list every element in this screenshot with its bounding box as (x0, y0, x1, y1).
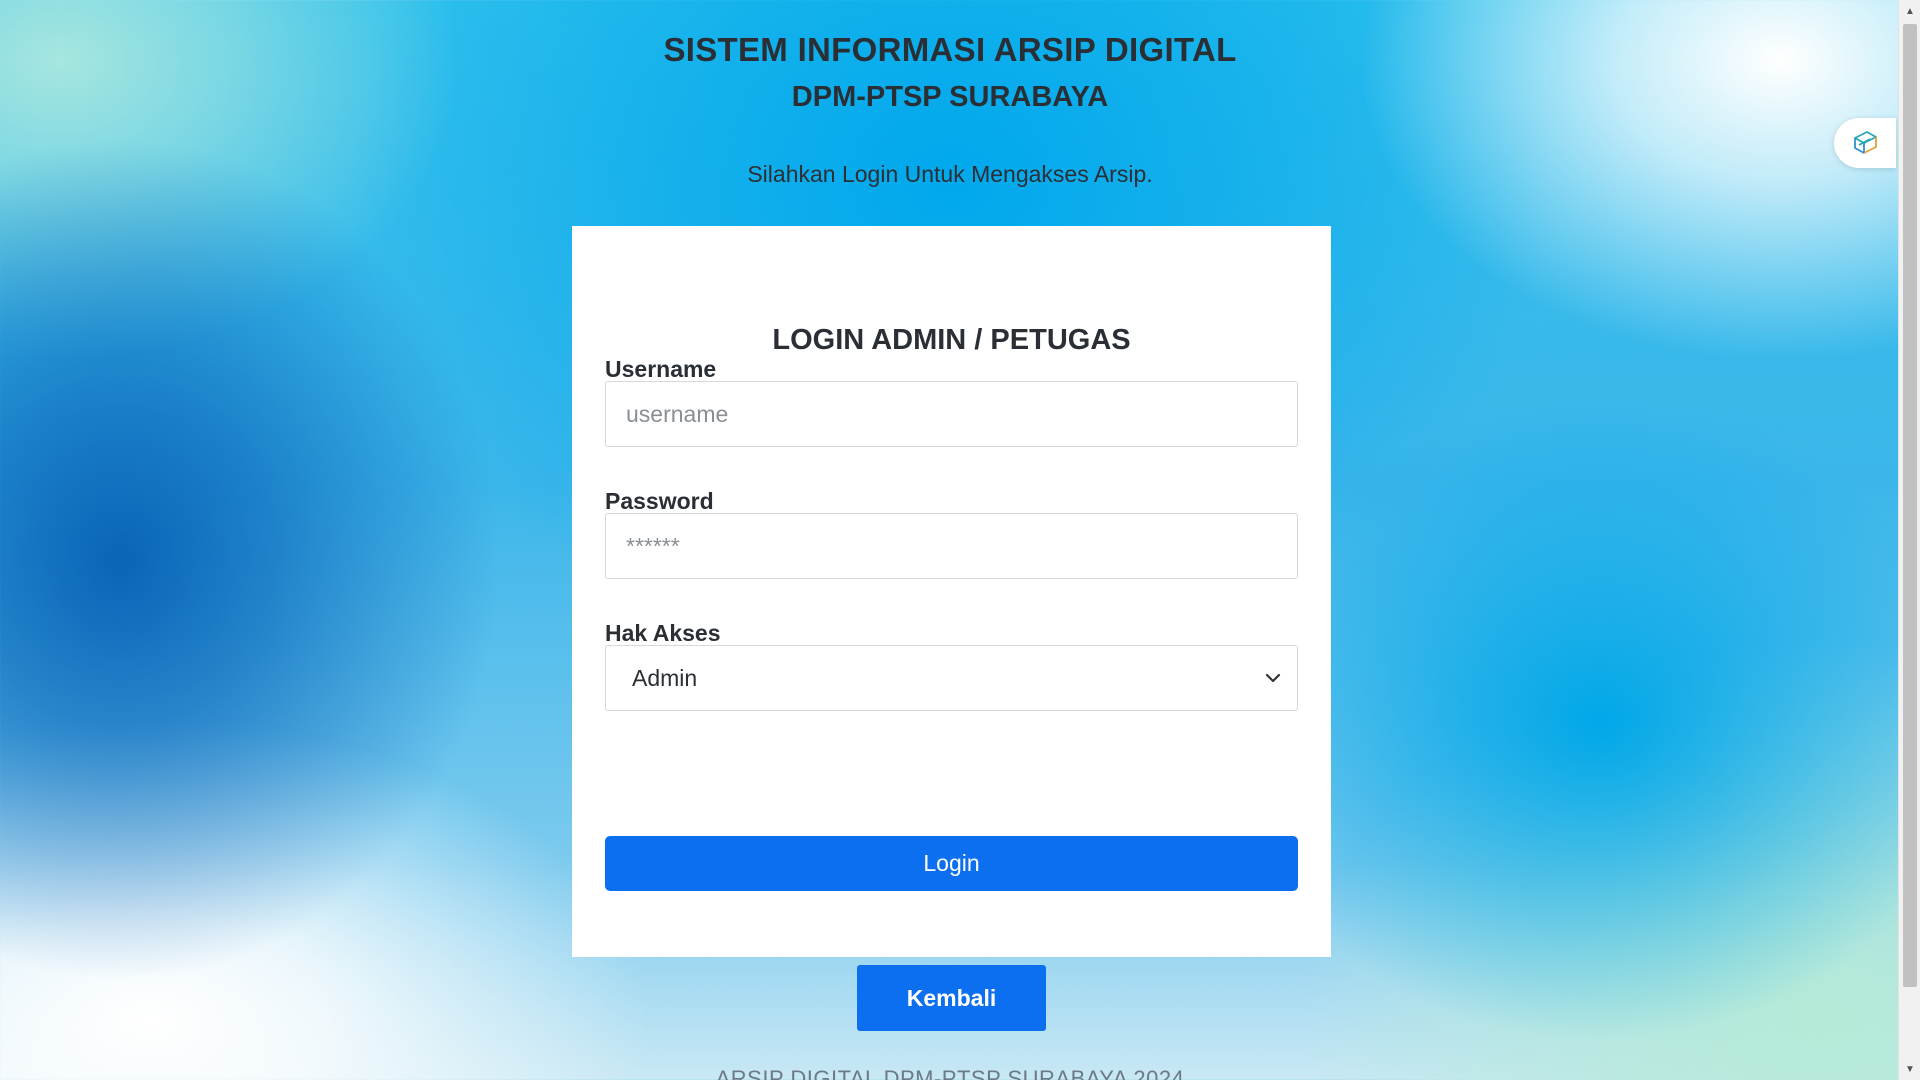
page-scrollbar[interactable]: ▲ ▼ (1898, 0, 1920, 1080)
page-header: SISTEM INFORMASI ARSIP DIGITAL DPM-PTSP … (0, 30, 1900, 189)
app-title: SISTEM INFORMASI ARSIP DIGITAL (663, 31, 1237, 68)
scrollbar-thumb[interactable] (1903, 24, 1917, 987)
extension-icon (1854, 131, 1877, 154)
chevron-down-icon (1265, 673, 1281, 683)
footer-text: ARSIP DIGITAL DPM-PTSP SURABAYA 2024 (715, 1066, 1185, 1080)
password-label: Password (605, 488, 714, 514)
login-card: LOGIN ADMIN / PETUGAS Username Password … (572, 226, 1331, 957)
username-label: Username (605, 356, 717, 382)
login-card-title: LOGIN ADMIN / PETUGAS (772, 324, 1131, 356)
scroll-up-arrow-icon[interactable]: ▲ (1899, 0, 1920, 22)
password-input[interactable] (605, 513, 1298, 579)
scroll-down-arrow-icon[interactable]: ▼ (1899, 1058, 1920, 1080)
back-button[interactable]: Kembali (857, 965, 1046, 1031)
access-select[interactable]: Admin (605, 645, 1298, 711)
username-input[interactable] (605, 381, 1298, 447)
access-select-value: Admin (632, 664, 698, 691)
extension-widget[interactable] (1834, 118, 1896, 168)
access-label: Hak Akses (605, 620, 721, 646)
login-button[interactable]: Login (605, 836, 1298, 891)
login-instruction: Silahkan Login Untuk Mengakses Arsip. (747, 161, 1153, 187)
app-subtitle: DPM-PTSP SURABAYA (791, 81, 1109, 113)
